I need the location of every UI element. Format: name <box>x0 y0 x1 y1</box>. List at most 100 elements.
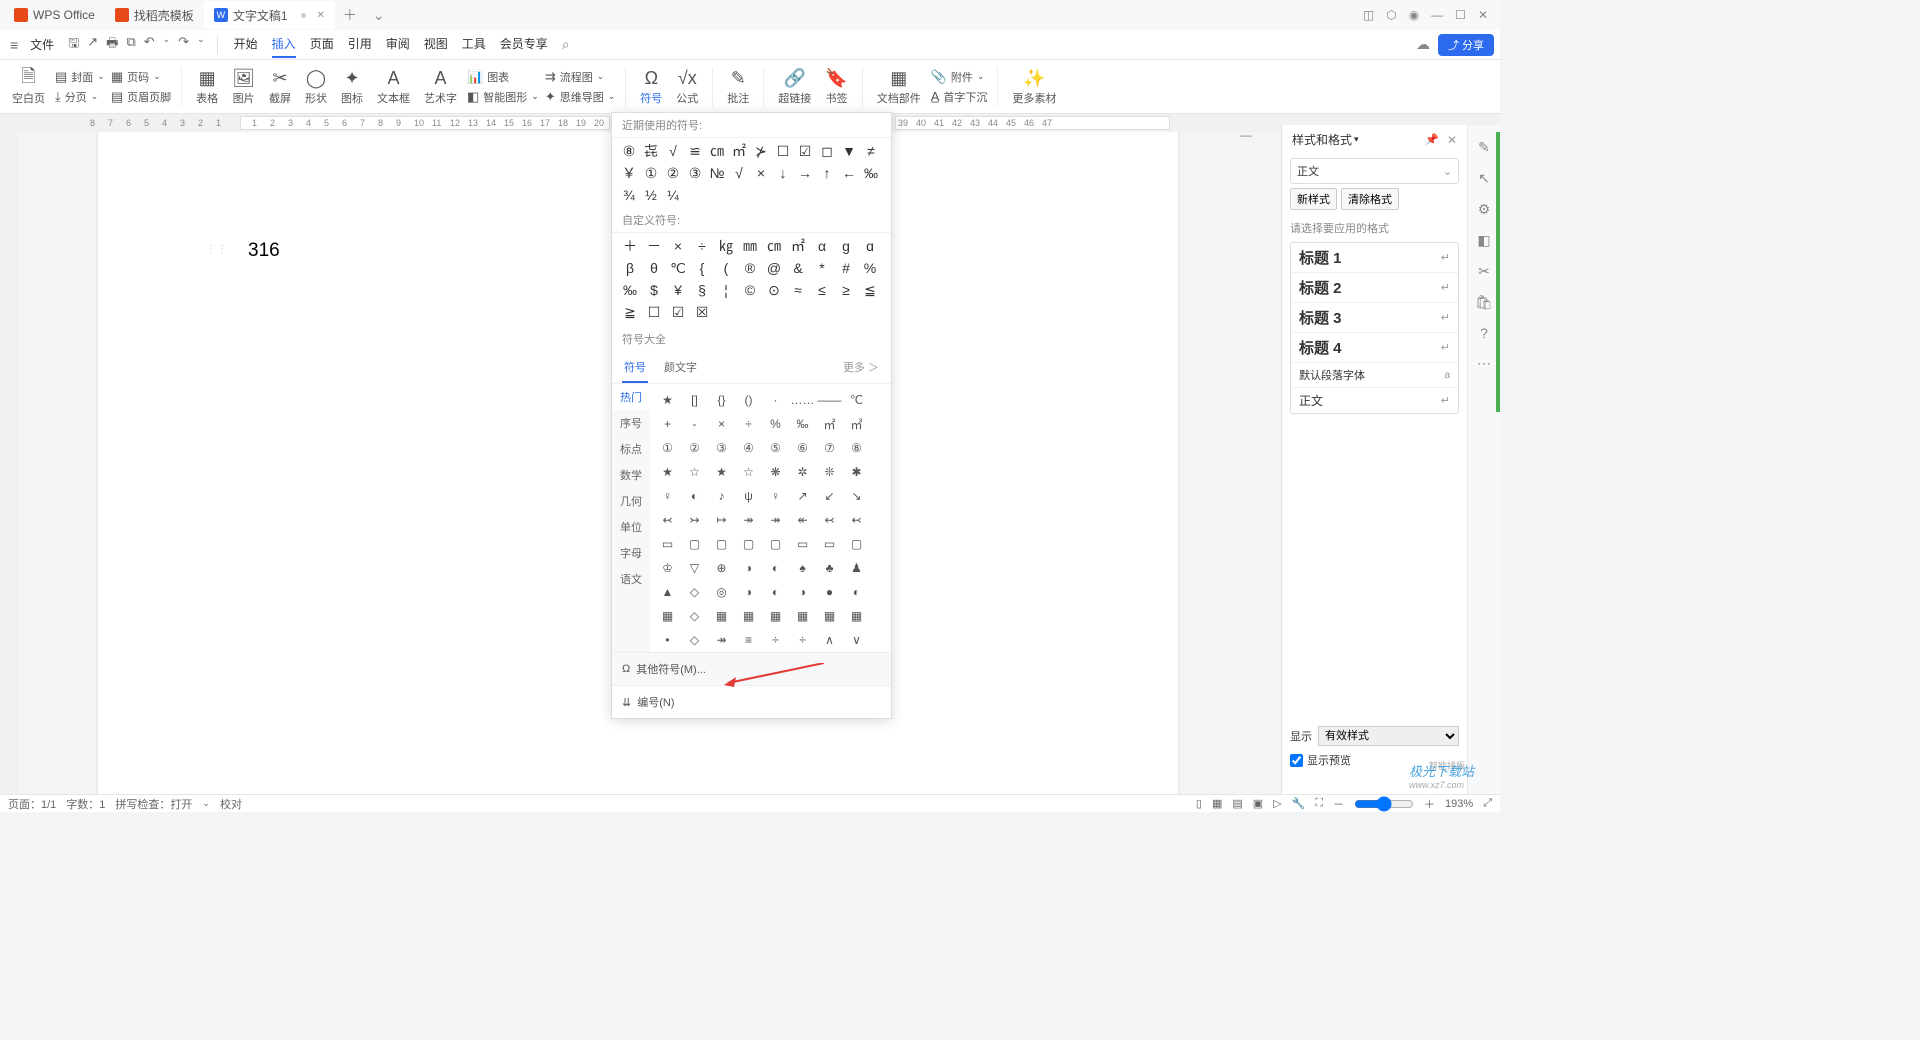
symbol-cell[interactable]: ℃ <box>666 257 690 279</box>
symbol-cell[interactable]: ● <box>816 580 843 604</box>
symbol-cell[interactable]: ▼ <box>838 140 860 162</box>
symbol-cell[interactable]: ↓ <box>772 162 794 184</box>
symbol-cell[interactable]: ◇ <box>681 580 708 604</box>
symbol-cell[interactable]: ㎏ <box>714 235 738 257</box>
symbol-cell[interactable]: ≌ <box>684 140 706 162</box>
symbol-cell[interactable]: ▢ <box>843 532 870 556</box>
close-panel-icon[interactable]: ✕ <box>1447 133 1457 147</box>
symbol-cell[interactable]: & <box>786 257 810 279</box>
symbol-cell[interactable]: № <box>706 162 728 184</box>
tool-layers-icon[interactable]: ◧ <box>1477 232 1490 249</box>
rb-chart[interactable]: 📊图表 <box>467 69 539 85</box>
symbol-cell[interactable]: {} <box>708 388 735 412</box>
rb-table[interactable]: ▦表格 <box>192 68 222 106</box>
menu-review[interactable]: 审阅 <box>386 31 410 58</box>
symbol-cell[interactable]: ‰ <box>618 279 642 301</box>
symbol-cell[interactable]: ⑧ <box>843 436 870 460</box>
pin-icon[interactable]: 📌 <box>1425 133 1439 146</box>
symbol-cell[interactable]: ▢ <box>681 532 708 556</box>
symbol-cell[interactable]: ◑ <box>735 580 762 604</box>
current-style-select[interactable]: 正文⌄ <box>1290 158 1459 184</box>
view-read-icon[interactable]: ▣ <box>1253 797 1263 810</box>
symbol-cell[interactable]: × <box>666 235 690 257</box>
symbol-cell[interactable]: × <box>750 162 772 184</box>
document-text[interactable]: 316 <box>248 240 280 261</box>
symbol-cell[interactable]: β <box>618 257 642 279</box>
symbol-cell[interactable]: ↙ <box>816 484 843 508</box>
symbol-cell[interactable]: ♟ <box>843 556 870 580</box>
symbol-cell[interactable]: ¦ <box>714 279 738 301</box>
symbol-cell[interactable]: ♀ <box>654 484 681 508</box>
tab-templates[interactable]: 找稻壳模板 <box>105 1 204 29</box>
symbol-cell[interactable]: ☑ <box>666 301 690 323</box>
symbol-cell[interactable]: ✱ <box>843 460 870 484</box>
symbol-cell[interactable]: ▢ <box>735 532 762 556</box>
symbol-cell[interactable]: ③ <box>684 162 706 184</box>
symbol-cell[interactable]: ↠ <box>735 508 762 532</box>
symbol-cell[interactable]: ㎝ <box>706 140 728 162</box>
symbol-cell[interactable]: + <box>654 412 681 436</box>
minimize-button[interactable]: — <box>1431 8 1443 22</box>
rb-dropcap[interactable]: A̲首字下沉 <box>931 89 988 105</box>
symbol-cell[interactable]: ㎡ <box>728 140 750 162</box>
symbol-cell[interactable]: ① <box>654 436 681 460</box>
symbol-cell[interactable]: ‰ <box>860 162 882 184</box>
symbol-cell[interactable]: ÷ <box>762 628 789 652</box>
cat-geo[interactable]: 几何 <box>612 488 650 514</box>
symbol-cell[interactable]: ↦ <box>708 508 735 532</box>
symbol-cell[interactable]: ☒ <box>690 301 714 323</box>
rb-textbox[interactable]: A文本框 <box>373 68 414 106</box>
export-icon[interactable]: ↗ <box>87 34 98 56</box>
cat-lang[interactable]: 语文 <box>612 566 650 592</box>
symbol-cell[interactable]: ® <box>738 257 762 279</box>
symbol-cell[interactable]: ❋ <box>762 460 789 484</box>
rb-screenshot[interactable]: ✂截屏 <box>265 68 295 106</box>
close-window-button[interactable]: ✕ <box>1478 8 1488 22</box>
status-words[interactable]: 字数：1 <box>66 796 105 812</box>
cat-seq[interactable]: 序号 <box>612 410 650 436</box>
tool-select-icon[interactable]: ↖ <box>1478 170 1490 187</box>
layout-icon[interactable]: ◫ <box>1363 8 1374 22</box>
tab-emoji[interactable]: 颜文字 <box>662 353 699 383</box>
avatar-icon[interactable]: ◉ <box>1409 8 1419 22</box>
tool-pencil-icon[interactable]: ✎ <box>1478 139 1490 156</box>
symbol-cell[interactable]: ㎥ <box>843 412 870 436</box>
more-symbols-button[interactable]: Ω 其他符号(M)... <box>612 652 891 685</box>
menu-member[interactable]: 会员专享 <box>500 31 548 58</box>
symbol-cell[interactable]: ◎ <box>708 580 735 604</box>
maximize-button[interactable]: ☐ <box>1455 8 1466 22</box>
symbol-cell[interactable]: － <box>642 235 666 257</box>
cat-math[interactable]: 数学 <box>612 462 650 488</box>
share-button[interactable]: ⤴ 分享 <box>1438 34 1494 56</box>
rb-flowchart[interactable]: ⇉流程图⌄ <box>545 69 615 85</box>
symbol-cell[interactable]: ◑ <box>735 556 762 580</box>
cloud-icon[interactable]: ☁ <box>1416 36 1430 53</box>
symbol-cell[interactable]: ↠ <box>708 628 735 652</box>
rb-comment[interactable]: ✎批注 <box>723 68 753 106</box>
symbol-cell[interactable]: ◐ <box>762 580 789 604</box>
symbol-cell[interactable]: ◇ <box>681 628 708 652</box>
style-heading3[interactable]: 标题 3↵ <box>1291 303 1458 333</box>
zoom-in-button[interactable]: ＋ <box>1424 796 1435 812</box>
redo-icon[interactable]: ↷ <box>178 34 189 56</box>
symbol-cell[interactable]: { <box>690 257 714 279</box>
rb-docparts[interactable]: ▦文档部件 <box>873 68 925 106</box>
numbering-button[interactable]: ⇊ 编号(N) <box>612 685 891 718</box>
vertical-ruler[interactable] <box>0 132 18 794</box>
symbol-cell[interactable]: ÷ <box>789 628 816 652</box>
symbol-cell[interactable]: ☑ <box>794 140 816 162</box>
symbol-cell[interactable]: $ <box>642 279 666 301</box>
symbol-cell[interactable]: ④ <box>735 436 762 460</box>
symbol-cell[interactable]: θ <box>642 257 666 279</box>
rb-pagenum[interactable]: ▦页码⌄ <box>111 69 171 85</box>
symbol-cell[interactable]: ¾ <box>618 184 640 206</box>
tool-clip-icon[interactable]: ✂ <box>1478 263 1490 280</box>
symbol-cell[interactable]: ♣ <box>816 556 843 580</box>
style-default-para[interactable]: 默认段落字体a <box>1291 363 1458 388</box>
symbol-cell[interactable]: ↑ <box>816 162 838 184</box>
view-outline-icon[interactable]: ▤ <box>1232 797 1242 810</box>
undo-icon[interactable]: ↶ <box>144 34 155 56</box>
symbol-cell[interactable]: ≤ <box>810 279 834 301</box>
tab-symbol[interactable]: 符号 <box>622 353 648 383</box>
menu-insert[interactable]: 插入 <box>272 31 296 58</box>
